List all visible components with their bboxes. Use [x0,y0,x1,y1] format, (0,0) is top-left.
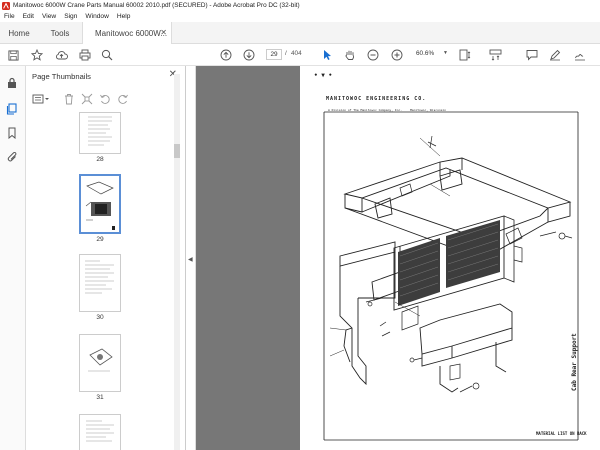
highlight-pen-icon[interactable] [548,48,562,62]
menu-bar: File Edit View Sign Window Help [0,11,600,22]
tab-tools[interactable]: Tools [38,22,82,44]
bookmark-star-icon[interactable] [30,48,44,62]
collapse-arrow-icon[interactable]: ◀ [188,256,193,263]
delete-icon[interactable] [62,92,76,106]
sign-icon[interactable] [573,48,587,62]
page-footer: MATERIAL LIST ON BACK [536,431,587,436]
page-fit-icon[interactable] [458,48,472,62]
window-title: Manitowoc 6000W Crane Parts Manual 60002… [13,2,300,9]
exploded-parts-drawing [323,111,579,441]
zoom-level[interactable]: 60.6% [416,50,434,57]
tab-home[interactable]: Home [0,22,38,44]
panel-title: Page Thumbnails [32,72,91,81]
thumbnail-panel: Page Thumbnails ✕ 28 29 30 31 [26,66,186,450]
thumbnail-label: 30 [96,314,104,321]
thumbnail-page-28[interactable] [79,112,121,154]
options-menu-icon[interactable] [32,92,50,106]
rotate-right-icon[interactable] [116,92,130,106]
upload-cloud-icon[interactable] [54,48,68,62]
save-icon[interactable] [6,48,20,62]
extract-pages-icon[interactable] [80,92,94,106]
hand-tool-icon[interactable] [343,48,357,62]
zoom-out-icon[interactable] [366,48,380,62]
close-tab-icon[interactable]: ✕ [160,28,167,37]
page-separator: / [285,50,287,57]
left-rail [0,66,26,450]
thumbnail-label: 31 [96,394,104,401]
select-cursor-icon[interactable] [320,48,334,62]
scroll-mode-icon[interactable] [488,48,502,62]
tab-document-label: Manitowoc 6000W... [95,29,168,38]
attachment-icon[interactable] [5,150,19,164]
thumbnail-page-32[interactable] [79,414,121,450]
menu-file[interactable]: File [4,13,15,20]
rotate-left-icon[interactable] [98,92,112,106]
previous-page-icon[interactable] [219,48,233,62]
thumbnail-label: 28 [96,156,104,163]
menu-edit[interactable]: Edit [23,13,34,20]
lock-icon[interactable] [5,76,19,90]
menu-view[interactable]: View [42,13,56,20]
thumbnail-page-30[interactable] [79,254,121,312]
acrobat-icon [2,1,10,10]
bookmark-icon[interactable] [5,126,19,140]
print-icon[interactable] [78,48,92,62]
tab-document[interactable]: Manitowoc 6000W... ✕ [82,22,172,45]
zoom-in-icon[interactable] [390,48,404,62]
page-side-title: Cab Rear Support [571,333,578,391]
thumbnail-scrollbar[interactable] [174,74,180,450]
panel-toolbar [26,90,186,108]
zoom-dropdown-icon[interactable]: ▼ [443,50,448,56]
thumbnail-list: 28 29 30 31 [26,112,186,450]
menu-sign[interactable]: Sign [64,13,77,20]
title-bar: Manitowoc 6000W Crane Parts Manual 60002… [0,0,600,11]
document-viewer[interactable]: • ▼ • MANITOWOC ENGINEERING CO. A Divisi… [196,66,600,450]
page-thumbnails-icon[interactable] [5,102,19,116]
thumbnail-page-29[interactable] [79,174,121,234]
comment-icon[interactable] [525,48,539,62]
menu-window[interactable]: Window [85,13,108,20]
thumbnail-label: 29 [96,236,104,243]
page-number-input[interactable]: 29 [266,49,282,60]
tab-bar: Home Tools Manitowoc 6000W... ✕ [0,22,600,45]
panel-collapse-handle[interactable]: ◀ [186,66,196,450]
next-page-icon[interactable] [242,48,256,62]
thumbnail-page-31[interactable] [79,334,121,392]
total-pages: 404 [291,50,302,57]
search-icon[interactable] [100,48,114,62]
document-page: • ▼ • MANITOWOC ENGINEERING CO. A Divisi… [300,66,600,450]
toolbar: 29 / 404 60.6% ▼ [0,44,600,66]
scrollbar-thumb[interactable] [174,144,180,158]
menu-help[interactable]: Help [117,13,131,20]
